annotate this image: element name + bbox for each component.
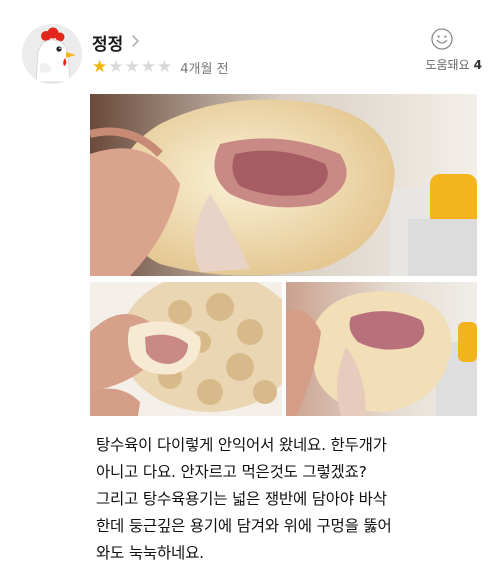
review-text: 탕수육이 다이렇게 안익어서 왔네요. 한두개가아니고 다요. 안자르고 먹은것… bbox=[96, 432, 486, 564]
reviewer-name-row[interactable]: 정정 bbox=[92, 30, 140, 55]
review-line: 한데 둥근깊은 용기에 담겨와 위에 구멍을 뚫어 bbox=[96, 517, 392, 535]
reviewer-avatar[interactable] bbox=[22, 24, 82, 84]
fried-pork-closeup-photo[interactable] bbox=[90, 94, 477, 276]
review-line: 탕수육이 다이렇게 안익어서 왔네요. 한두개가 bbox=[96, 436, 387, 454]
review-line: 그리고 탕수육용기는 넓은 쟁반에 담아야 바삭 bbox=[96, 490, 387, 508]
star-empty-icon: ★ bbox=[124, 57, 140, 77]
star-rating: ★ ★ ★ ★ ★ bbox=[92, 59, 172, 76]
review-line: 아니고 다요. 안자르고 먹은것도 그렇겠죠? bbox=[96, 463, 367, 481]
star-empty-icon: ★ bbox=[108, 57, 124, 77]
star-empty-icon: ★ bbox=[140, 57, 156, 77]
review-photos bbox=[90, 94, 477, 416]
smiley-icon bbox=[431, 28, 453, 50]
review-meta: ★ ★ ★ ★ ★ 4개월 전 bbox=[92, 58, 229, 78]
review-time: 4개월 전 bbox=[180, 62, 229, 77]
helpful-button[interactable]: 도움돼요 4 bbox=[402, 28, 482, 73]
helpful-label: 도움돼요 4 bbox=[402, 56, 482, 73]
fried-pork-bowl-photo[interactable] bbox=[90, 282, 282, 416]
fried-pork-bite-photo[interactable] bbox=[286, 282, 477, 416]
chicken-avatar-icon bbox=[22, 24, 82, 84]
chevron-right-icon[interactable] bbox=[131, 33, 140, 52]
reviewer-name[interactable]: 정정 bbox=[92, 30, 123, 55]
review-line: 와도 눅눅하네요. bbox=[96, 544, 204, 562]
star-filled-icon: ★ bbox=[92, 57, 108, 77]
star-empty-icon: ★ bbox=[157, 57, 173, 77]
helpful-count: 4 bbox=[473, 58, 482, 72]
helpful-text: 도움돼요 bbox=[425, 58, 470, 72]
